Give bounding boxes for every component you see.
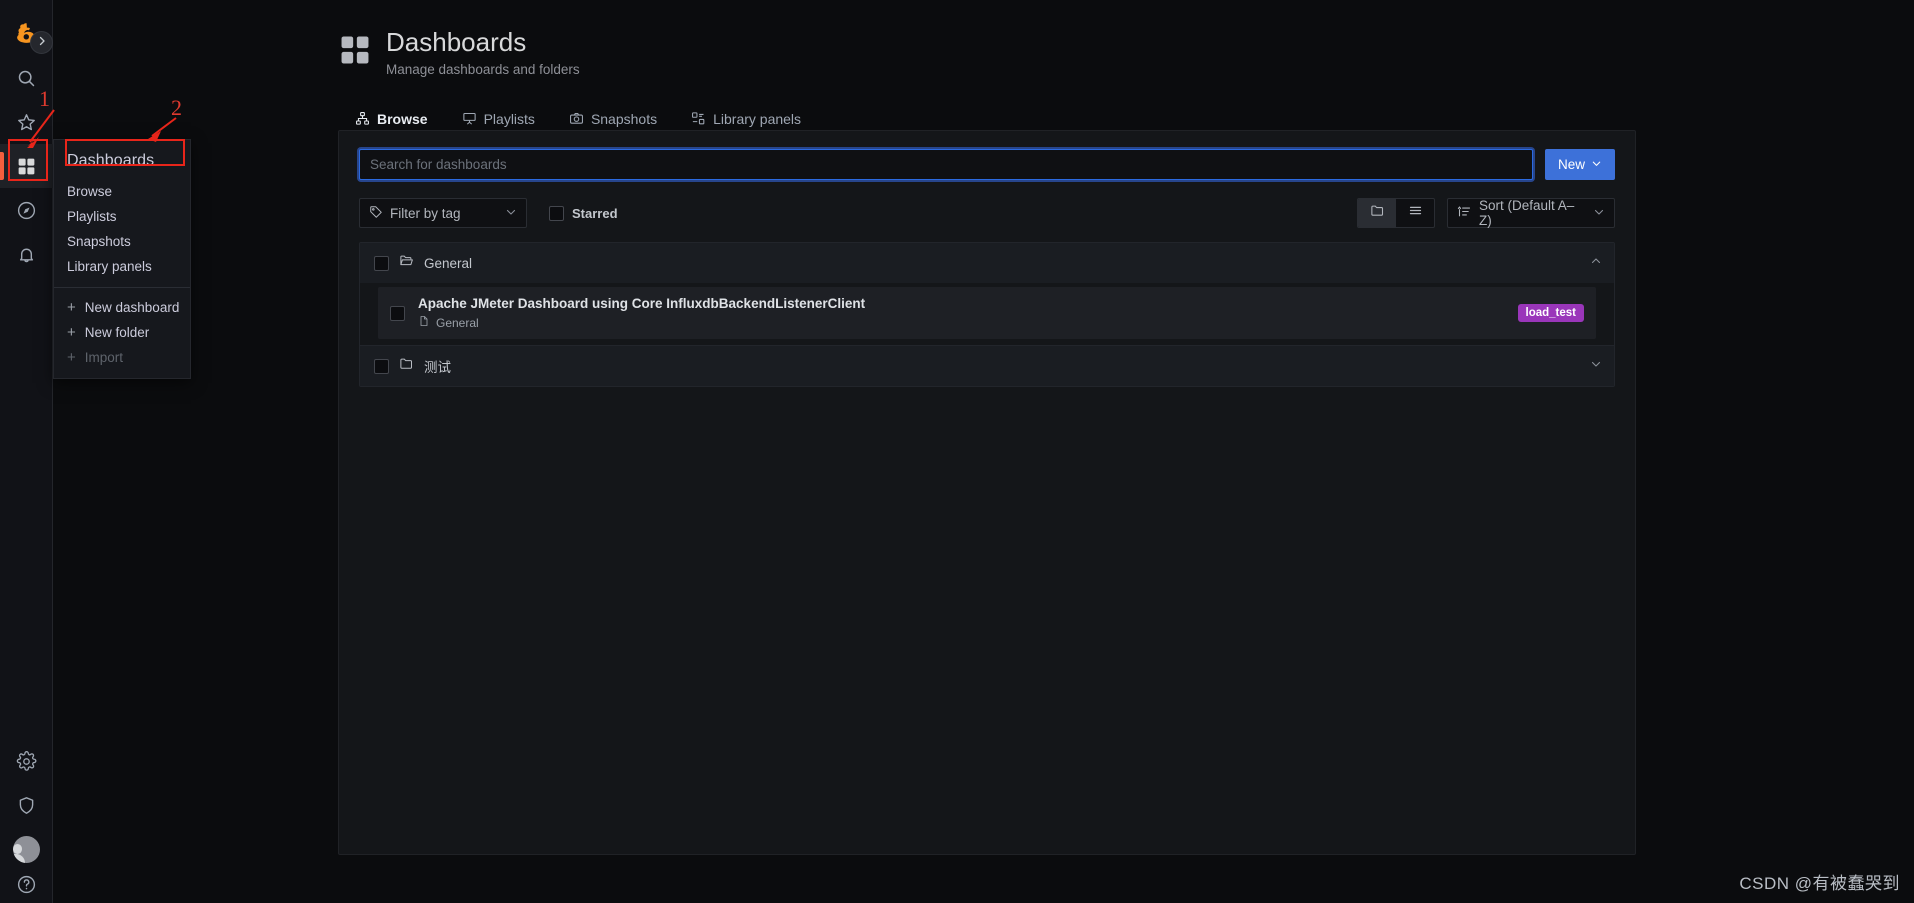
menu-action-label: New dashboard (84, 300, 180, 315)
menu-item-library-panels[interactable]: Library panels (54, 254, 190, 279)
apps-grid-icon (338, 33, 372, 72)
apps-grid-icon (16, 156, 37, 177)
view-controls: Sort (Default A–Z) (1357, 198, 1615, 228)
menu-item-browse[interactable]: Browse (54, 179, 190, 204)
folder-icon (399, 356, 414, 376)
menu-action-new-folder[interactable]: + New folder (54, 320, 190, 345)
list-view-button[interactable] (1396, 199, 1434, 227)
dashboard-row[interactable]: Apache JMeter Dashboard using Core Influ… (378, 287, 1596, 339)
chevron-down-icon (1591, 157, 1602, 172)
search-input-wrapper[interactable] (359, 149, 1533, 180)
results-list: General Apache JMeter Dashboard using Co… (359, 242, 1615, 387)
menu-action-new-dashboard[interactable]: + New dashboard (54, 295, 190, 320)
page-title: Dashboards (386, 27, 527, 57)
dashboard-title: Apache JMeter Dashboard using Core Influ… (418, 296, 866, 311)
page-header-text: Dashboards Manage dashboards and folders (386, 28, 580, 77)
menu-divider (54, 287, 190, 288)
starred-label: Starred (572, 205, 618, 221)
filter-by-tag-label: Filter by tag (390, 205, 461, 221)
tab-label: Library panels (713, 110, 802, 127)
star-icon[interactable] (0, 100, 53, 144)
annotation-number-2: 2 (171, 95, 182, 120)
sort-select[interactable]: Sort (Default A–Z) (1447, 198, 1615, 228)
dashboard-meta: Apache JMeter Dashboard using Core Influ… (418, 296, 865, 330)
sitemap-icon (355, 111, 370, 126)
question-circle-icon[interactable] (0, 871, 53, 897)
file-icon (418, 315, 430, 330)
chevron-right-icon (36, 34, 48, 52)
menu-action-label: Import (84, 350, 124, 365)
tab-label: Browse (377, 110, 428, 127)
filter-by-tag-select[interactable]: Filter by tag (359, 198, 527, 228)
main-content: Dashboards Manage dashboards and folders… (338, 0, 1636, 855)
list-icon (1408, 203, 1423, 223)
search-input[interactable] (360, 150, 1532, 179)
menu-action-import[interactable]: + Import (54, 345, 190, 370)
shield-icon[interactable] (0, 783, 53, 827)
tab-label: Snapshots (590, 110, 658, 127)
dashboard-folder: General (418, 315, 865, 330)
plus-icon: + (67, 349, 76, 366)
folder-children-general: Apache JMeter Dashboard using Core Influ… (360, 287, 1614, 339)
avatar-icon (12, 835, 40, 863)
chevron-down-icon (505, 206, 517, 221)
presentation-icon (462, 111, 477, 126)
library-panel-icon (691, 111, 706, 126)
plus-icon: + (67, 324, 76, 341)
compass-icon[interactable] (0, 188, 53, 232)
folder-name: 测试 (424, 360, 451, 375)
tab-label: Playlists (483, 110, 535, 127)
chevron-down-icon (1593, 206, 1605, 221)
dashboards-menu-title[interactable]: Dashboards (54, 146, 190, 179)
starred-checkbox[interactable] (549, 205, 564, 221)
sidebar-item-dashboards[interactable] (0, 144, 53, 188)
folder-checkbox[interactable] (374, 358, 389, 374)
menu-item-playlists[interactable]: Playlists (54, 204, 190, 229)
search-icon[interactable] (0, 56, 53, 100)
view-mode-toggle (1357, 198, 1435, 228)
nav-rail-bottom-group (0, 739, 52, 903)
new-button[interactable]: New (1544, 149, 1615, 180)
gear-icon[interactable] (0, 739, 53, 783)
folder-view-button[interactable] (1358, 199, 1396, 227)
folder-name: General (424, 255, 473, 271)
dashboard-checkbox[interactable] (390, 305, 405, 321)
camera-icon (569, 111, 584, 126)
plus-icon: + (67, 299, 76, 316)
starred-filter[interactable]: Starred (549, 205, 618, 221)
dashboard-tag[interactable]: load_test (1517, 304, 1584, 322)
folder-row-general[interactable]: General (360, 243, 1614, 283)
folder-checkbox[interactable] (374, 255, 389, 271)
dashboard-folder-label: General (436, 315, 479, 330)
sort-amount-up-icon (1457, 204, 1472, 222)
menu-action-label: New folder (84, 325, 150, 340)
avatar[interactable] (0, 827, 53, 871)
menu-item-snapshots[interactable]: Snapshots (54, 229, 190, 254)
sort-label: Sort (Default A–Z) (1479, 198, 1575, 228)
folder-icon (1370, 203, 1385, 223)
tag-icon (369, 205, 383, 222)
folder-row-ceshi[interactable]: 测试 (360, 346, 1614, 386)
filter-row: Filter by tag Starred Sort (Default A–Z) (359, 198, 1615, 228)
dashboards-nav-dropdown: Dashboards Browse Playlists Snapshots Li… (53, 139, 191, 379)
new-button-label: New (1557, 157, 1585, 172)
page-subtitle: Manage dashboards and folders (386, 61, 580, 77)
search-row: New (359, 149, 1615, 180)
left-nav-rail (0, 0, 53, 903)
chevron-down-icon[interactable] (1590, 357, 1602, 375)
search-panel: New Filter by tag (338, 130, 1636, 855)
bell-icon[interactable] (0, 232, 53, 276)
expand-nav-button[interactable] (30, 31, 53, 54)
folder-open-icon (399, 253, 414, 273)
watermark: CSDN @有被蠢哭到 (1739, 874, 1900, 893)
chevron-up-icon[interactable] (1590, 254, 1602, 272)
page-header: Dashboards Manage dashboards and folders (338, 0, 1636, 77)
